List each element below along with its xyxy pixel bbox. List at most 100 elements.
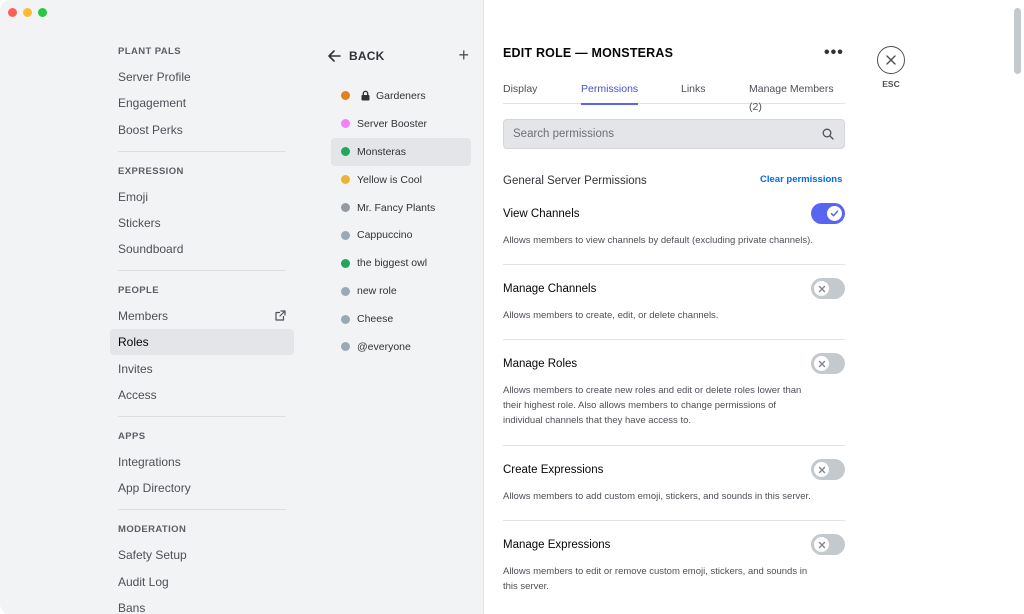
back-button[interactable]: BACK + — [327, 46, 477, 66]
window-scrollbar[interactable] — [1014, 8, 1021, 74]
permission-manage-channels: Manage Channels Allows members to create,… — [503, 278, 845, 340]
sidebar-item-label: Members — [118, 309, 169, 324]
sidebar-divider — [118, 509, 286, 511]
external-link-icon — [275, 310, 286, 321]
sidebar-item-label: Soundboard — [118, 242, 184, 257]
permission-toggle[interactable] — [811, 353, 845, 374]
sidebar-item-label: Stickers — [118, 215, 161, 230]
role-list: Gardeners Server Booster Monsteras Yellow i… — [331, 82, 471, 361]
tab-display[interactable]: Display — [503, 80, 537, 104]
sidebar-item-bans[interactable]: Bans — [110, 595, 294, 614]
role-color-dot — [341, 147, 350, 157]
sidebar-item-audit-log[interactable]: Audit Log — [110, 569, 294, 595]
permission-description: Allows members to edit or remove custom … — [503, 566, 808, 577]
sidebar-section-title: EXPRESSION — [118, 165, 184, 177]
permission-group-title: General Server Permissions — [503, 175, 647, 187]
close-icon — [886, 55, 896, 65]
sidebar-item-members[interactable]: Members — [110, 303, 294, 329]
role-item-server-booster[interactable]: Server Booster — [331, 110, 471, 138]
role-name: Server Booster — [357, 117, 428, 130]
sidebar-section-title: PEOPLE — [118, 285, 159, 297]
page-title: EDIT ROLE — MONSTERAS — [503, 46, 674, 60]
sidebar-item-invites[interactable]: Invites — [110, 356, 294, 382]
role-item-everyone[interactable]: @everyone — [331, 333, 471, 361]
sidebar-item-emoji[interactable]: Emoji — [110, 184, 294, 210]
x-icon — [818, 285, 825, 292]
sidebar-item-label: Engagement — [118, 96, 187, 111]
search-icon — [822, 128, 834, 140]
role-item-cheese[interactable]: Cheese — [331, 305, 471, 333]
window-maximize-button[interactable] — [38, 8, 47, 17]
lock-icon — [361, 91, 370, 101]
sidebar-item-label: Invites — [118, 361, 153, 376]
permission-toggle[interactable] — [811, 278, 845, 299]
window-minimize-button[interactable] — [23, 8, 32, 17]
sidebar-item-server-profile[interactable]: Server Profile — [110, 64, 294, 90]
x-icon — [818, 466, 825, 473]
sidebar-item-soundboard[interactable]: Soundboard — [110, 236, 294, 262]
role-name: Cappuccino — [357, 229, 413, 242]
window-close-button[interactable] — [8, 8, 17, 17]
sidebar-item-roles[interactable]: Roles — [110, 329, 294, 356]
sidebar-section-title: PLANT PALS — [118, 46, 181, 57]
plus-icon[interactable]: + — [458, 46, 469, 64]
role-color-dot — [341, 119, 350, 129]
role-color-dot — [341, 342, 350, 352]
sidebar-divider — [118, 270, 286, 272]
sidebar-item-access[interactable]: Access — [110, 382, 294, 408]
permission-description: Allows members to add custom emoji, stic… — [503, 491, 811, 502]
role-name: new role — [357, 285, 397, 298]
role-color-dot — [341, 230, 350, 240]
role-color-dot — [341, 314, 350, 324]
sidebar-item-label: Emoji — [118, 189, 149, 204]
permission-toggle[interactable] — [811, 203, 845, 224]
sidebar-section-title: APPS — [118, 431, 146, 443]
x-icon — [818, 360, 825, 367]
sidebar-item-engagement[interactable]: Engagement — [110, 90, 294, 116]
role-item-yellow-is-cool[interactable]: Yellow is Cool — [331, 166, 471, 194]
window-controls — [8, 8, 47, 17]
permission-description: Allows members to create, edit, or delet… — [503, 310, 719, 321]
role-item-monsteras[interactable]: Monsteras — [331, 137, 471, 166]
role-color-dot — [341, 258, 350, 268]
sidebar-item-label: App Directory — [118, 481, 191, 496]
permission-description: their highest role. Also allows members … — [503, 400, 776, 411]
settings-sidebar: PLANT PALS Server Profile Engagement Boost … — [0, 0, 305, 614]
sidebar-item-app-directory[interactable]: App Directory — [110, 475, 294, 501]
permission-toggle[interactable] — [811, 534, 845, 555]
arrow-left-icon — [328, 50, 341, 62]
sidebar-item-integrations[interactable]: Integrations — [110, 449, 294, 475]
permission-toggle[interactable] — [811, 459, 845, 480]
permission-title: Manage Roles — [503, 358, 578, 370]
sidebar-item-safety-setup[interactable]: Safety Setup — [110, 542, 294, 568]
role-item-mr-fancy-plants[interactable]: Mr. Fancy Plants — [331, 194, 471, 222]
settings-nav: PLANT PALS Server Profile Engagement Boost … — [110, 40, 294, 614]
role-name: Yellow is Cool — [357, 173, 422, 186]
edit-role-panel: EDIT ROLE — MONSTERAS ••• Display Permiss… — [484, 0, 1024, 614]
role-item-new-role[interactable]: new role — [331, 277, 471, 305]
sidebar-item-label: Bans — [118, 600, 146, 614]
search-permissions-input[interactable] — [504, 120, 804, 148]
sidebar-item-stickers[interactable]: Stickers — [110, 210, 294, 236]
permission-create-expressions: Create Expressions Allows members to add … — [503, 459, 845, 521]
tab-links[interactable]: Links — [681, 80, 706, 104]
role-color-dot — [341, 175, 350, 185]
role-item-the-biggest-owl[interactable]: the biggest owl — [331, 249, 471, 277]
check-icon — [830, 210, 839, 217]
close-button[interactable] — [877, 46, 905, 74]
sidebar-item-label: Roles — [118, 335, 149, 350]
sidebar-divider — [118, 150, 286, 152]
more-options-icon[interactable]: ••• — [824, 44, 844, 62]
role-item-cappuccino[interactable]: Cappuccino — [331, 221, 471, 249]
close-settings[interactable]: ESC — [877, 46, 905, 89]
role-item-gardeners[interactable]: Gardeners — [331, 82, 471, 110]
tab-manage-members-2[interactable]: Manage Members (2) — [749, 80, 845, 113]
roles-panel: BACK + Gardeners Server Booster Monsteras Y… — [305, 0, 484, 614]
permission-title: Manage Channels — [503, 283, 597, 295]
role-name: Mr. Fancy Plants — [357, 201, 436, 214]
clear-permissions-link[interactable]: Clear permissions — [760, 174, 842, 185]
sidebar-item-label: Server Profile — [118, 70, 191, 84]
role-name: Gardeners — [376, 89, 426, 102]
tab-permissions[interactable]: Permissions — [581, 80, 639, 105]
sidebar-item-boost-perks[interactable]: Boost Perks — [110, 117, 294, 143]
